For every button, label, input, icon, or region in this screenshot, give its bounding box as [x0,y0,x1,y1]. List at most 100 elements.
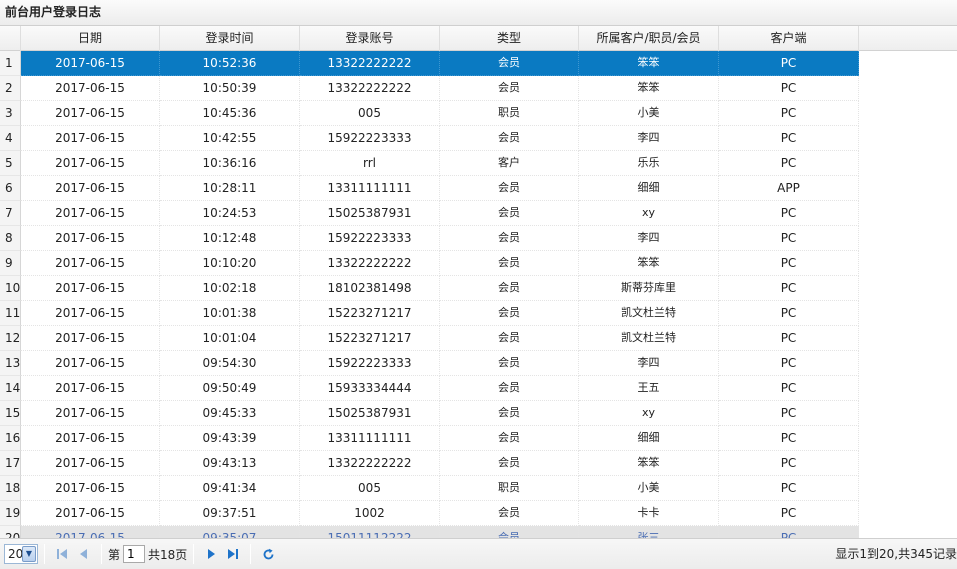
row-number: 19 [0,501,21,526]
login-time-cell: 10:50:39 [160,76,300,101]
owner-cell: 小美 [579,476,719,501]
dropdown-arrow-icon[interactable]: ▼ [22,546,36,562]
next-page-icon [208,549,216,559]
row-number: 6 [0,176,21,201]
row-number: 13 [0,351,21,376]
type-cell: 会员 [440,226,579,251]
table-row[interactable]: 4 2017-06-15 10:42:55 15922223333 会员 李四 PC [0,126,957,151]
row-filler [859,226,957,251]
row-number: 10 [0,276,21,301]
pager-separator [193,544,195,564]
refresh-icon [263,548,274,559]
table-row[interactable]: 19 2017-06-15 09:37:51 1002 会员 卡卡 PC [0,501,957,526]
table-row[interactable]: 13 2017-06-15 09:54:30 15922223333 会员 李四 PC [0,351,957,376]
owner-cell: 凯文杜兰特 [579,301,719,326]
column-header-client[interactable]: 客户端 [719,26,859,51]
row-filler [859,376,957,401]
login-time-cell: 10:52:36 [160,51,300,76]
table-row[interactable]: 5 2017-06-15 10:36:16 rrl 客户 乐乐 PC [0,151,957,176]
column-header-date[interactable]: 日期 [21,26,160,51]
type-cell: 会员 [440,426,579,451]
owner-cell: xy [579,401,719,426]
next-page-button[interactable] [203,545,219,563]
client-cell: PC [719,101,859,126]
date-cell: 2017-06-15 [21,151,160,176]
page-number-input[interactable] [123,545,146,563]
login-time-cell: 09:54:30 [160,351,300,376]
table-row[interactable]: 3 2017-06-15 10:45:36 005 职员 小美 PC [0,101,957,126]
table-row[interactable]: 12 2017-06-15 10:01:04 15223271217 会员 凯文杜兰特 PC [0,326,957,351]
type-cell: 会员 [440,276,579,301]
row-number: 4 [0,126,21,151]
type-cell: 会员 [440,301,579,326]
row-filler [859,251,957,276]
last-page-button[interactable] [225,545,241,563]
prev-page-icon [80,549,87,559]
owner-cell: 斯蒂芬库里 [579,276,719,301]
row-filler [859,151,957,176]
login-time-cell: 09:43:13 [160,451,300,476]
table-row[interactable]: 2 2017-06-15 10:50:39 13322222222 会员 笨笨 PC [0,76,957,101]
first-page-button[interactable] [54,545,70,563]
table-row[interactable]: 18 2017-06-15 09:41:34 005 职员 小美 PC [0,476,957,501]
row-number: 8 [0,226,21,251]
row-filler [859,126,957,151]
table-row[interactable]: 17 2017-06-15 09:43:13 13322222222 会员 笨笨 PC [0,451,957,476]
date-cell: 2017-06-15 [21,351,160,376]
login-account-cell: 13322222222 [300,76,440,101]
type-cell: 会员 [440,126,579,151]
date-cell: 2017-06-15 [21,176,160,201]
table-row[interactable]: 20 2017-06-15 09:35:07 15011112222 会员 张三 PC [0,526,957,538]
login-time-cell: 10:45:36 [160,101,300,126]
table-row[interactable]: 15 2017-06-15 09:45:33 15025387931 会员 xy PC [0,401,957,426]
type-cell: 会员 [440,51,579,76]
table-row[interactable]: 1 2017-06-15 10:52:36 13322222222 会员 笨笨 PC [0,51,957,76]
date-cell: 2017-06-15 [21,101,160,126]
login-account-cell: 15933334444 [300,376,440,401]
login-time-cell: 10:24:53 [160,201,300,226]
column-header-login-account[interactable]: 登录账号 [300,26,440,51]
owner-cell: 细细 [579,176,719,201]
column-header-login-time[interactable]: 登录时间 [160,26,300,51]
column-header-owner[interactable]: 所属客户/职员/会员 [579,26,719,51]
first-page-icon [57,549,67,559]
login-time-cell: 10:10:20 [160,251,300,276]
login-account-cell: rrl [300,151,440,176]
client-cell: PC [719,51,859,76]
date-cell: 2017-06-15 [21,476,160,501]
table-row[interactable]: 9 2017-06-15 10:10:20 13322222222 会员 笨笨 PC [0,251,957,276]
client-cell: PC [719,151,859,176]
prev-page-button[interactable] [76,545,92,563]
login-time-cell: 09:41:34 [160,476,300,501]
client-cell: PC [719,276,859,301]
login-account-cell: 15223271217 [300,301,440,326]
table-row[interactable]: 14 2017-06-15 09:50:49 15933334444 会员 王五 PC [0,376,957,401]
owner-cell: 李四 [579,226,719,251]
client-cell: PC [719,251,859,276]
table-row[interactable]: 6 2017-06-15 10:28:11 13311111111 会员 细细 APP [0,176,957,201]
owner-cell: 笨笨 [579,451,719,476]
table-row[interactable]: 8 2017-06-15 10:12:48 15922223333 会员 李四 PC [0,226,957,251]
type-cell: 会员 [440,176,579,201]
row-filler [859,176,957,201]
client-cell: PC [719,426,859,451]
date-cell: 2017-06-15 [21,201,160,226]
owner-cell: 细细 [579,426,719,451]
login-account-cell: 15922223333 [300,126,440,151]
row-filler [859,526,957,538]
table-row[interactable]: 16 2017-06-15 09:43:39 13311111111 会员 细细 PC [0,426,957,451]
client-cell: PC [719,501,859,526]
type-cell: 职员 [440,101,579,126]
date-cell: 2017-06-15 [21,326,160,351]
row-filler [859,501,957,526]
table-row[interactable]: 11 2017-06-15 10:01:38 15223271217 会员 凯文杜兰特 PC [0,301,957,326]
login-time-cell: 10:28:11 [160,176,300,201]
table-row[interactable]: 7 2017-06-15 10:24:53 15025387931 会员 xy PC [0,201,957,226]
row-filler [859,276,957,301]
page-size-select[interactable]: 20 ▼ [4,544,38,564]
refresh-button[interactable] [260,545,276,563]
row-filler [859,401,957,426]
column-header-type[interactable]: 类型 [440,26,579,51]
table-row[interactable]: 10 2017-06-15 10:02:18 18102381498 会员 斯蒂芬库里 PC [0,276,957,301]
owner-cell: 张三 [579,526,719,538]
